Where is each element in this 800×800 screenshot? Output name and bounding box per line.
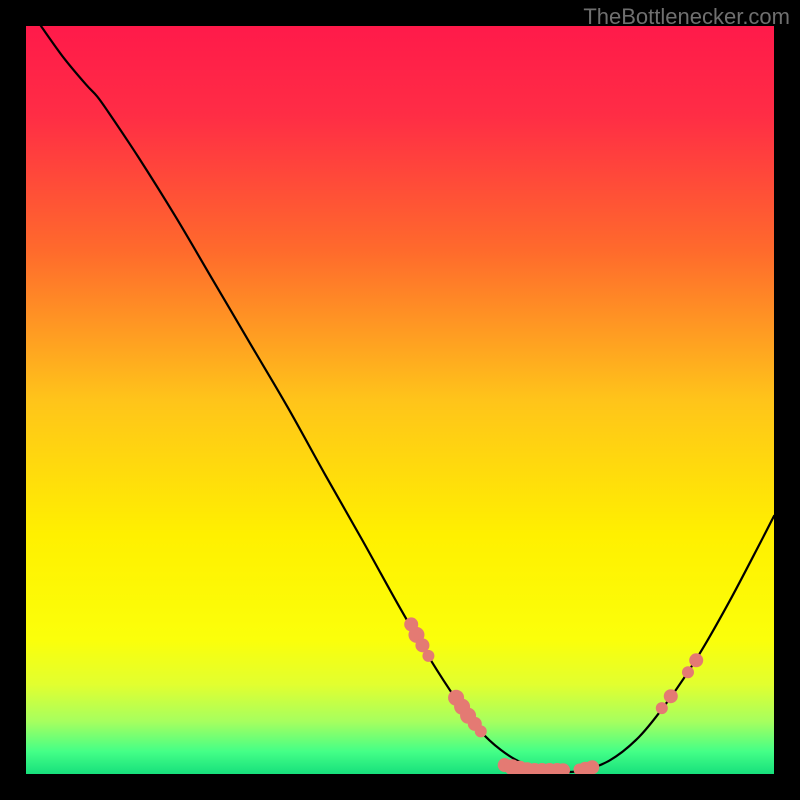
watermark-text: TheBottlenecker.com (583, 4, 790, 30)
curve-marker (585, 760, 599, 774)
chart-frame (26, 26, 774, 774)
gradient-background (26, 26, 774, 774)
curve-marker (689, 653, 703, 667)
curve-marker (422, 650, 434, 662)
curve-marker (475, 725, 487, 737)
curve-marker (664, 689, 678, 703)
curve-marker (682, 666, 694, 678)
chart-svg (26, 26, 774, 774)
curve-marker (656, 702, 668, 714)
